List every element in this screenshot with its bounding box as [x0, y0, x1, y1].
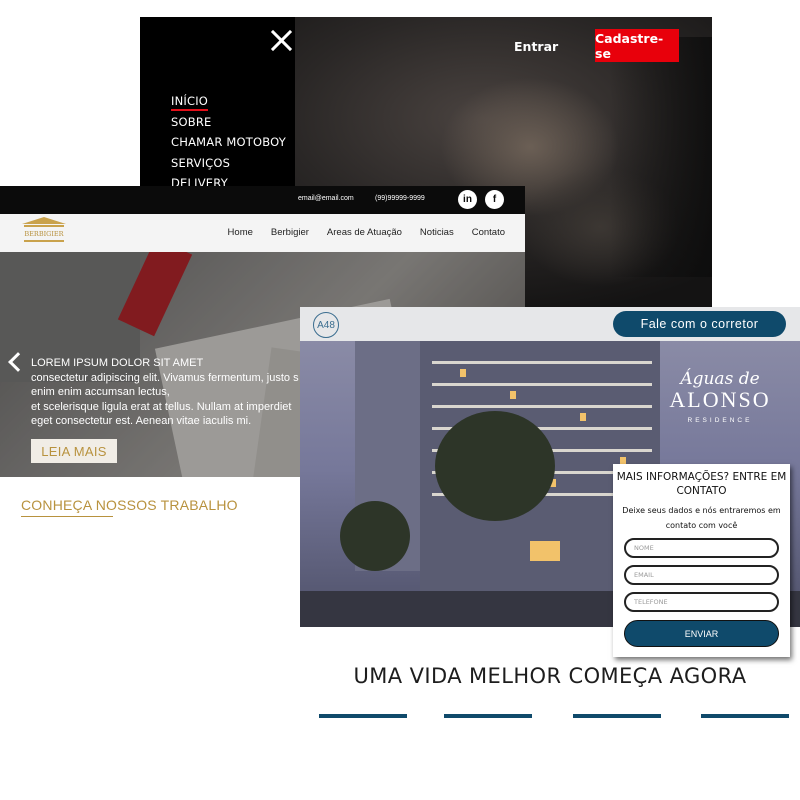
signup-button[interactable]: Cadastre-se [595, 29, 679, 62]
hero-caption: LOREM IPSUM DOLOR SIT AMET consectetur a… [31, 356, 299, 429]
site-header: A48 Fale com o corretor [300, 307, 800, 341]
facebook-icon[interactable]: f [485, 190, 504, 209]
close-icon[interactable] [270, 29, 294, 53]
window-light [460, 369, 466, 377]
section-title: CONHEÇA NOSSOS TRABALHO [21, 497, 238, 513]
login-button[interactable]: Entrar [514, 39, 558, 54]
hero-caption-line: et scelerisque ligula erat at tellus. Nu… [31, 400, 292, 413]
side-menu-list: INÍCIO SOBRE CHAMAR MOTOBOY SERVIÇOS DEL… [171, 94, 286, 197]
contact-form: MAIS INFORMAÇÕES? ENTRE EM CONTATO Deixe… [613, 464, 790, 657]
submit-button[interactable]: ENVIAR [624, 620, 779, 647]
contact-broker-button[interactable]: Fale com o corretor [613, 311, 786, 337]
logo-roof-shape [22, 217, 66, 224]
development-brand: Águas de ALONSO RESIDENCE [660, 369, 780, 424]
menu-item-sobre[interactable]: SOBRE [171, 115, 286, 136]
tree-shape [435, 411, 555, 521]
menu-item-servicos[interactable]: SERVIÇOS [171, 156, 286, 177]
contact-email[interactable]: email@email.com [298, 195, 354, 202]
section-divider [701, 714, 789, 718]
hero-caption-line: enim enim accumsan lectus, [31, 386, 170, 399]
nav-links: Home Berbigier Areas de Atuação Noticias… [210, 227, 505, 238]
section-divider [573, 714, 661, 718]
tree-shape [340, 501, 410, 571]
nav-home[interactable]: Home [228, 227, 253, 238]
window-light [510, 391, 516, 399]
brand-line: RESIDENCE [687, 417, 753, 424]
hero-background [610, 37, 712, 277]
section-divider [21, 516, 113, 517]
logo-bar [24, 240, 64, 242]
hero-caption-line: consectetur adipiscing elit. Vivamus fer… [31, 371, 299, 384]
menu-item-inicio[interactable]: INÍCIO [171, 94, 286, 115]
linkedin-icon[interactable]: in [458, 190, 477, 209]
nav-berbigier[interactable]: Berbigier [271, 227, 309, 238]
chevron-left-icon[interactable] [6, 352, 22, 374]
section-divider [444, 714, 532, 718]
brand-logo[interactable]: A48 [313, 312, 339, 338]
nav-areas-de-atuacao[interactable]: Areas de Atuação [327, 227, 402, 238]
section-divider [319, 714, 407, 718]
logo-text: BERBIGIER [24, 230, 64, 238]
brand-line: ALONSO [669, 387, 771, 412]
building-floor [432, 383, 652, 386]
hero-caption-line: LOREM IPSUM DOLOR SIT AMET [31, 357, 204, 369]
form-subtitle: Deixe seus dados e nós entraremos em con… [622, 506, 781, 530]
brand-logo[interactable]: BERBIGIER [20, 217, 68, 249]
building-floor [432, 361, 652, 364]
menu-item-chamar-motoboy[interactable]: CHAMAR MOTOBOY [171, 135, 286, 156]
nav-noticias[interactable]: Noticias [420, 227, 454, 238]
window-light [580, 413, 586, 421]
brand-line: Águas de [680, 369, 760, 389]
read-more-button[interactable]: LEIA MAIS [31, 439, 117, 463]
building-floor [432, 405, 652, 408]
main-navbar: BERBIGIER Home Berbigier Areas de Atuaçã… [0, 214, 525, 252]
form-title: MAIS INFORMAÇÕES? ENTRE EM CONTATO [616, 471, 787, 497]
hero-caption-line: eget consectetur est. Aenean vitae iacul… [31, 415, 252, 428]
phone-field[interactable] [624, 592, 779, 612]
tagline-heading: UMA VIDA MELHOR COMEÇA AGORA [353, 664, 747, 688]
logo-bar [24, 225, 64, 227]
contact-phone[interactable]: (99)99999-9999 [375, 195, 425, 202]
name-field[interactable] [624, 538, 779, 558]
contact-topbar: email@email.com (99)99999-9999 in f [0, 186, 525, 214]
window-light [530, 541, 560, 561]
realty-site-screenshot: A48 Fale com o corretor Águas de ALONSO … [300, 307, 800, 800]
email-field[interactable] [624, 565, 779, 585]
nav-contato[interactable]: Contato [472, 227, 505, 238]
